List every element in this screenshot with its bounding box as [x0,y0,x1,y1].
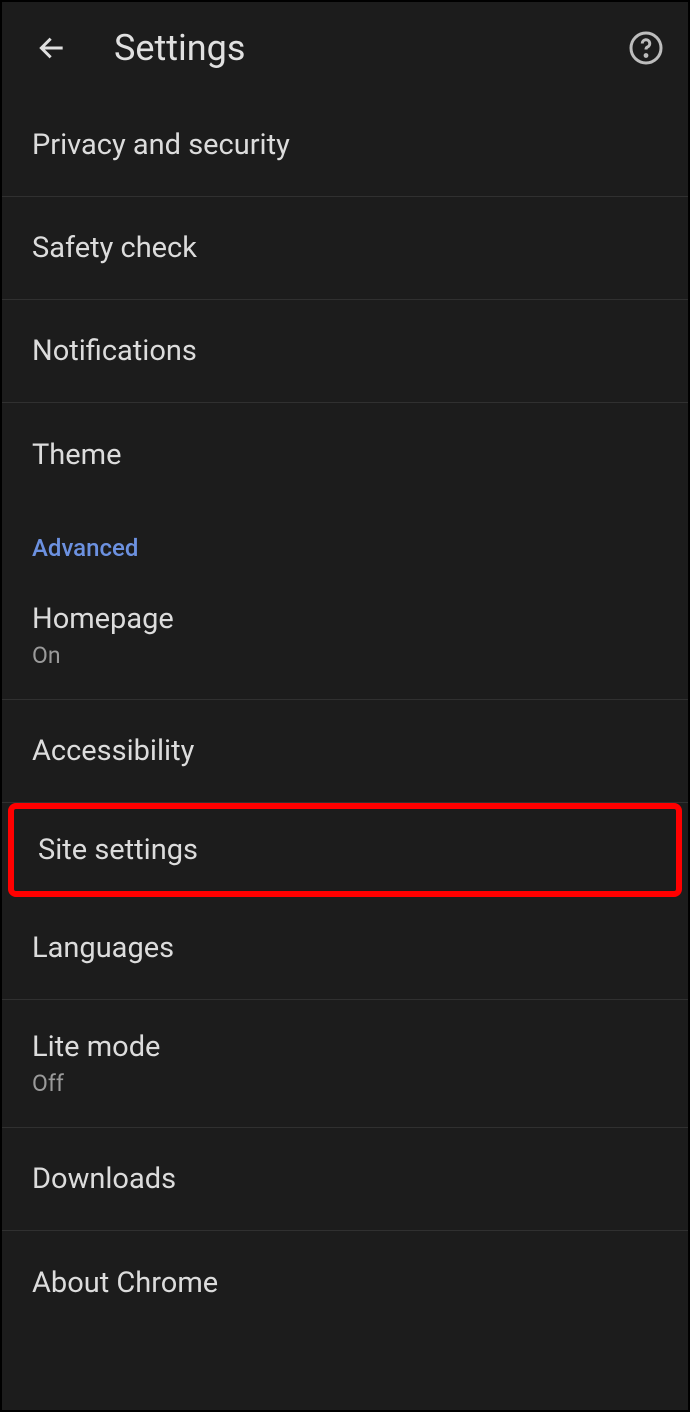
settings-item-safety[interactable]: Safety check [2,197,688,300]
section-header-advanced: Advanced [2,506,688,572]
item-label: Safety check [32,231,658,265]
settings-item-theme[interactable]: Theme [2,403,688,506]
item-sublabel: Off [32,1070,658,1097]
item-label: Notifications [32,334,658,368]
item-label: Downloads [32,1162,658,1196]
item-label: Site settings [38,833,652,867]
settings-item-about[interactable]: About Chrome [2,1231,688,1334]
settings-item-notifications[interactable]: Notifications [2,300,688,403]
item-label: Lite mode [32,1030,658,1064]
item-label: Homepage [32,602,658,636]
settings-item-languages[interactable]: Languages [2,897,688,1000]
settings-item-downloads[interactable]: Downloads [2,1128,688,1231]
settings-list: Privacy and security Safety check Notifi… [2,94,688,1334]
item-sublabel: On [32,642,658,669]
page-title: Settings [114,27,624,69]
item-label: Accessibility [32,734,658,768]
settings-item-lite[interactable]: Lite mode Off [2,1000,688,1128]
help-icon [628,30,664,66]
back-button[interactable] [30,26,74,70]
item-label: About Chrome [32,1266,658,1300]
header: Settings [2,2,688,94]
item-label: Languages [32,931,658,965]
settings-item-site[interactable]: Site settings [8,803,682,897]
settings-item-accessibility[interactable]: Accessibility [2,700,688,803]
item-label: Theme [32,438,658,472]
settings-item-privacy[interactable]: Privacy and security [2,94,688,197]
settings-item-homepage[interactable]: Homepage On [2,572,688,700]
back-arrow-icon [36,32,68,64]
help-button[interactable] [624,26,668,70]
item-label: Privacy and security [32,128,658,162]
